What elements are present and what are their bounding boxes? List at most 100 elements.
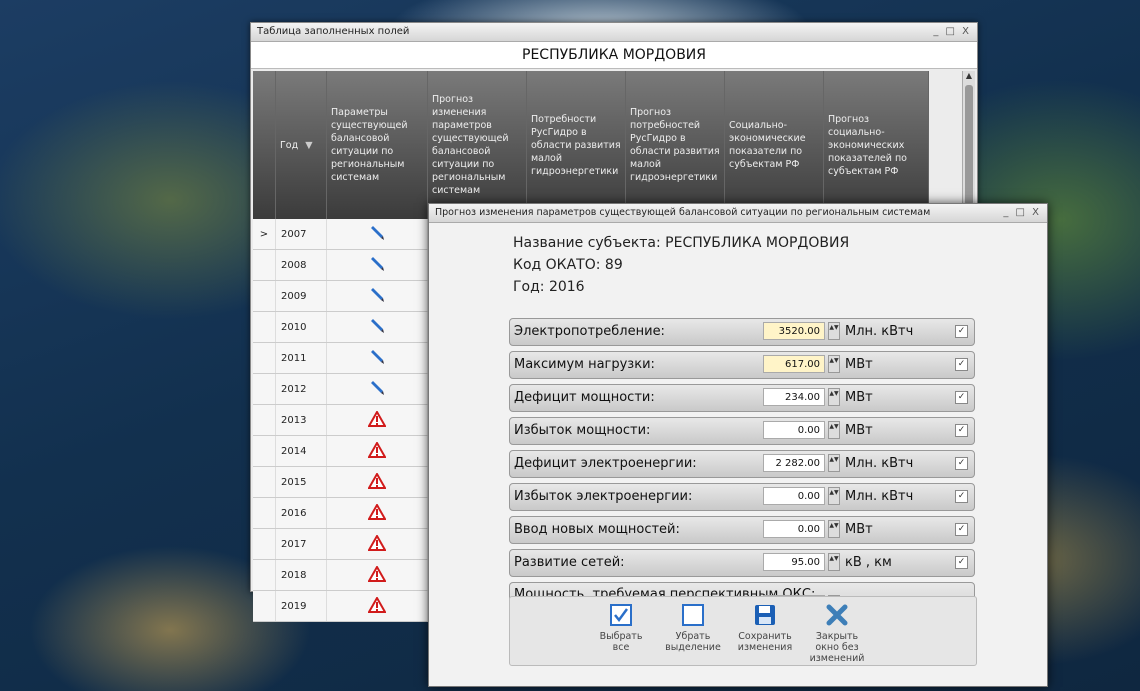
row-selector[interactable] xyxy=(253,311,276,343)
window-controls[interactable]: _ □ X xyxy=(933,23,971,41)
parameter-value-input[interactable]: 0.00 xyxy=(763,520,825,538)
value-spinner[interactable]: ▲▼ xyxy=(828,520,840,538)
select-all-label: Выбрать все xyxy=(599,631,643,653)
balance-status-cell[interactable] xyxy=(326,249,428,281)
column-header-balance[interactable]: Параметры существующей балансовой ситуац… xyxy=(326,71,428,219)
row-selector[interactable] xyxy=(253,249,276,281)
value-spinner[interactable]: ▲▼ xyxy=(828,421,840,439)
filter-icon[interactable]: ▼ xyxy=(305,140,312,151)
scrollbar-thumb[interactable] xyxy=(965,85,973,205)
balance-status-cell[interactable] xyxy=(326,280,428,312)
parameter-value-input[interactable]: 0.00 xyxy=(763,421,825,439)
warning-icon xyxy=(368,410,386,427)
row-selector[interactable] xyxy=(253,373,276,405)
value-spinner[interactable]: ▲▼ xyxy=(828,553,840,571)
parameter-row: Максимум нагрузки: 617.00 ▲▼ МВт ✓ xyxy=(509,351,975,379)
parameter-checkbox[interactable]: ✓ xyxy=(955,391,968,404)
parameter-value-input[interactable]: 95.00 xyxy=(763,553,825,571)
parameter-checkbox[interactable]: ✓ xyxy=(955,523,968,536)
column-header-balance-forecast[interactable]: Прогноз изменения параметров существующе… xyxy=(427,71,527,219)
table-scrollbar[interactable]: ▲ xyxy=(962,71,975,219)
clear-selection-button[interactable]: Убрать выделение xyxy=(662,603,724,653)
row-selector[interactable] xyxy=(253,435,276,467)
value-spinner[interactable]: ▲▼ xyxy=(828,322,840,340)
value-spinner[interactable]: ▲▼ xyxy=(828,487,840,505)
clear-selection-label: Убрать выделение xyxy=(665,631,721,653)
row-selector[interactable] xyxy=(253,280,276,312)
parameter-value-input[interactable]: 2 282.00 xyxy=(763,454,825,472)
balance-status-cell[interactable] xyxy=(326,528,428,560)
year-cell: 2014 xyxy=(275,435,327,467)
dialog-titlebar[interactable]: Прогноз изменения параметров существующе… xyxy=(429,204,1047,223)
parameter-label: Электропотребление: xyxy=(514,324,665,339)
balance-status-cell[interactable] xyxy=(326,559,428,591)
subject-name: Название субъекта: РЕСПУБЛИКА МОРДОВИЯ xyxy=(513,235,850,251)
year-cell: 2012 xyxy=(275,373,327,405)
parameter-row: Дефицит мощности: 234.00 ▲▼ МВт ✓ xyxy=(509,384,975,412)
balance-status-cell[interactable] xyxy=(326,435,428,467)
row-selector[interactable] xyxy=(253,590,276,622)
subject-info: Название субъекта: РЕСПУБЛИКА МОРДОВИЯ К… xyxy=(513,232,849,298)
main-window-titlebar[interactable]: Таблица заполненных полей _ □ X xyxy=(251,23,977,42)
parameter-row: Избыток электроенергии: 0.00 ▲▼ Млн. кВтч ✓ xyxy=(509,483,975,511)
parameter-checkbox[interactable]: ✓ xyxy=(955,490,968,503)
column-header-rushydro-needs[interactable]: Потребности РусГидро в области развития … xyxy=(526,71,626,219)
parameter-value-input[interactable]: 234.00 xyxy=(763,388,825,406)
pencil-icon xyxy=(371,380,384,395)
warning-icon xyxy=(368,565,386,582)
parameter-value-input[interactable]: 3520.00 xyxy=(763,322,825,340)
warning-icon xyxy=(368,441,386,458)
column-header-year[interactable]: Год ▼ xyxy=(275,71,327,219)
dialog-window-controls[interactable]: _ □ X xyxy=(1003,204,1041,222)
save-button[interactable]: Сохранить изменения xyxy=(734,603,796,653)
scroll-up-icon[interactable]: ▲ xyxy=(963,71,975,80)
parameter-checkbox[interactable]: ✓ xyxy=(955,424,968,437)
year-cell: 2011 xyxy=(275,342,327,374)
parameter-row: Избыток мощности: 0.00 ▲▼ МВт ✓ xyxy=(509,417,975,445)
value-spinner[interactable]: ▲▼ xyxy=(828,454,840,472)
balance-status-cell[interactable] xyxy=(326,311,428,343)
parameter-value-input[interactable]: 617.00 xyxy=(763,355,825,373)
balance-status-cell[interactable] xyxy=(326,342,428,374)
balance-status-cell[interactable] xyxy=(326,590,428,622)
balance-status-cell[interactable] xyxy=(326,373,428,405)
column-header-rushydro-forecast[interactable]: Прогноз потребностей РусГидро в области … xyxy=(625,71,725,219)
year-cell: 2010 xyxy=(275,311,327,343)
parameter-unit: МВт xyxy=(845,357,873,372)
year-cell: 2009 xyxy=(275,280,327,312)
balance-status-cell[interactable] xyxy=(326,466,428,498)
balance-status-cell[interactable] xyxy=(326,219,428,250)
parameter-checkbox[interactable]: ✓ xyxy=(955,358,968,371)
value-spinner[interactable]: ▲▼ xyxy=(828,355,840,373)
parameter-fields: Электропотребление: 3520.00 ▲▼ Млн. кВтч ✓ Ма… xyxy=(509,318,975,633)
balance-status-cell[interactable] xyxy=(326,497,428,529)
parameter-checkbox[interactable]: ✓ xyxy=(955,325,968,338)
select-all-button[interactable]: Выбрать все xyxy=(590,603,652,653)
row-selector[interactable] xyxy=(253,404,276,436)
parameter-checkbox[interactable]: ✓ xyxy=(955,457,968,470)
parameter-label: Дефицит электроенергии: xyxy=(514,456,697,471)
column-header-label: Год xyxy=(280,139,299,151)
pencil-icon xyxy=(371,349,384,364)
balance-status-cell[interactable] xyxy=(326,404,428,436)
row-selector[interactable] xyxy=(253,466,276,498)
value-spinner[interactable]: ▲▼ xyxy=(828,388,840,406)
row-selector[interactable] xyxy=(253,559,276,591)
close-without-saving-button[interactable]: Закрыть окно без изменений xyxy=(806,603,868,664)
column-header-socio-economic[interactable]: Социально-экономические показатели по су… xyxy=(724,71,824,219)
parameter-checkbox[interactable]: ✓ xyxy=(955,556,968,569)
region-title: РЕСПУБЛИКА МОРДОВИЯ xyxy=(251,42,977,69)
parameter-unit: Млн. кВтч xyxy=(845,456,914,471)
parameter-value-input[interactable]: 0.00 xyxy=(763,487,825,505)
column-header-socio-economic-forecast[interactable]: Прогноз социально-экономических показате… xyxy=(823,71,929,219)
row-selector[interactable] xyxy=(253,342,276,374)
pencil-icon xyxy=(371,318,384,333)
parameter-row: Электропотребление: 3520.00 ▲▼ Млн. кВтч ✓ xyxy=(509,318,975,346)
parameter-label: Избыток электроенергии: xyxy=(514,489,693,504)
row-selector[interactable] xyxy=(253,497,276,529)
row-selector[interactable]: > xyxy=(253,219,276,250)
save-label: Сохранить изменения xyxy=(737,631,793,653)
row-selector[interactable] xyxy=(253,528,276,560)
warning-icon xyxy=(368,534,386,551)
parameter-unit: МВт xyxy=(845,390,873,405)
